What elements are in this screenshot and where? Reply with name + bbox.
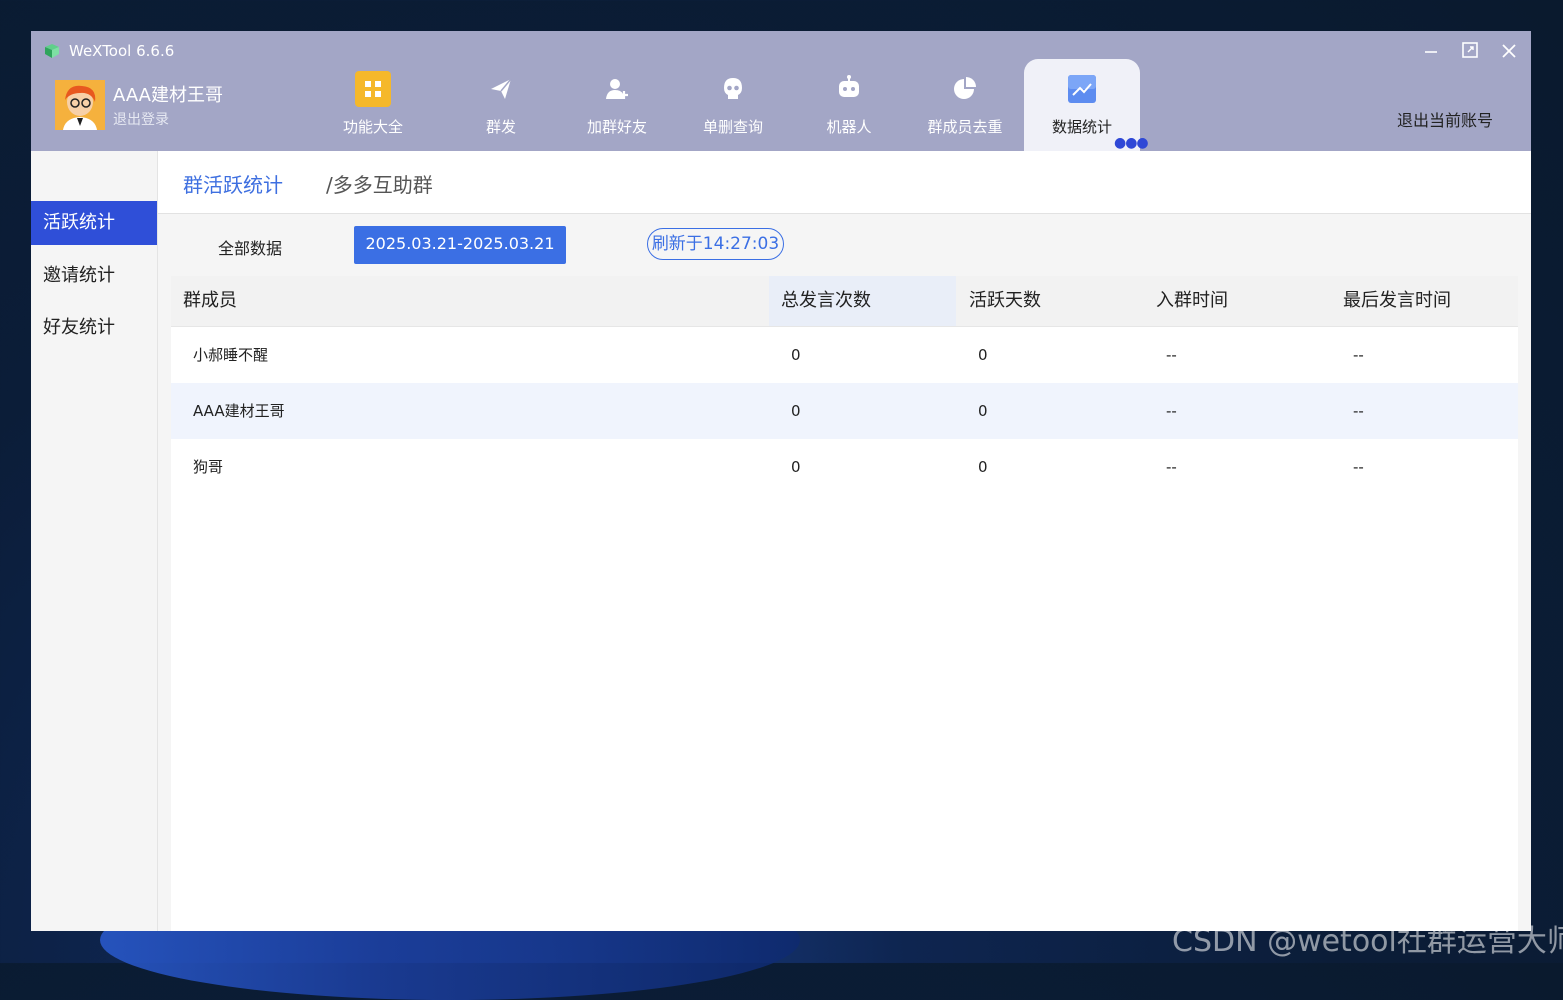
cell-total-messages: 0 [791, 458, 801, 476]
switch-account-button[interactable]: 退出当前账号 [1397, 107, 1493, 131]
nav-label: 单删查询 [702, 118, 763, 136]
sidebar: 活跃统计 邀请统计 好友统计 [31, 151, 158, 931]
app-window: WeXTool 6.6.6 AAA建材王哥 退出登录 功能大全 群发 加群好友 … [31, 31, 1531, 931]
cell-join-time: -- [1166, 402, 1177, 420]
refresh-button[interactable]: 刷新于14:27:03 [647, 228, 784, 260]
cell-last-message-time: -- [1353, 346, 1364, 364]
cell-join-time: -- [1166, 458, 1177, 476]
all-data-filter[interactable]: 全部数据 [218, 235, 282, 259]
chart-icon [1068, 75, 1096, 103]
nav-label: 机器人 [826, 118, 872, 136]
filter-bar: 全部数据 2025.03.21-2025.03.21 刷新于14:27:03 [171, 214, 1518, 276]
content-header: 群活跃统计 /多多互助群 [158, 151, 1531, 214]
nav-add-group-friends[interactable]: 加群好友 [559, 59, 675, 151]
robot-icon [839, 75, 859, 97]
user-name: AAA建材王哥 [113, 85, 223, 106]
table-row[interactable]: AAA建材王哥 0 0 -- -- [171, 383, 1518, 439]
close-button[interactable] [1494, 39, 1524, 65]
col-last-message-time[interactable]: 最后发言时间 [1343, 276, 1513, 326]
nav-robot[interactable]: 机器人 [791, 59, 907, 151]
cell-member: 小郝睡不醒 [193, 346, 269, 364]
app-title: WeXTool 6.6.6 [69, 42, 175, 60]
minimize-button[interactable] [1416, 39, 1446, 65]
watermark: CSDN @wetool社群运营大师 [1172, 924, 1563, 959]
cell-member: AAA建材王哥 [193, 402, 285, 420]
logout-link[interactable]: 退出登录 [113, 109, 169, 129]
cell-total-messages: 0 [791, 402, 801, 420]
avatar[interactable] [55, 80, 105, 130]
grid-icon [355, 71, 391, 107]
page-title[interactable]: 群活跃统计 [183, 169, 283, 198]
col-active-days[interactable]: 活跃天数 [969, 276, 1149, 326]
send-icon [491, 78, 512, 99]
nav-label: 群发 [485, 118, 516, 136]
cell-active-days: 0 [978, 458, 988, 476]
nav-single-delete-check[interactable]: 单删查询 [675, 59, 791, 151]
col-member[interactable]: 群成员 [183, 276, 763, 326]
maximize-button[interactable] [1455, 39, 1485, 65]
skull-icon [724, 78, 742, 99]
app-logo-icon [45, 44, 59, 58]
sidebar-item-activity-stats[interactable]: 活跃统计 [31, 201, 157, 245]
cell-last-message-time: -- [1353, 458, 1364, 476]
nav-group-member-dedupe[interactable]: 群成员去重 [907, 59, 1023, 151]
stats-table: 群成员 总发言次数 活跃天数 入群时间 最后发言时间 小郝睡不醒 0 0 -- … [171, 276, 1518, 931]
date-range-button[interactable]: 2025.03.21-2025.03.21 [354, 226, 566, 264]
cell-active-days: 0 [978, 346, 988, 364]
nav-data-statistics[interactable]: 数据统计 ●●● [1024, 59, 1149, 151]
breadcrumb-group: /多多互助群 [326, 173, 433, 197]
cell-total-messages: 0 [791, 346, 801, 364]
table-header: 群成员 总发言次数 活跃天数 入群时间 最后发言时间 [171, 276, 1518, 327]
sidebar-item-invite-stats[interactable]: 邀请统计 [31, 254, 157, 298]
more-dots-icon[interactable]: ●●● [1114, 136, 1149, 150]
nav-label: 数据统计 [1051, 118, 1112, 136]
col-total-messages[interactable]: 总发言次数 [769, 276, 956, 326]
cell-active-days: 0 [978, 402, 988, 420]
nav-label: 群成员去重 [927, 118, 1003, 136]
col-join-time[interactable]: 入群时间 [1156, 276, 1336, 326]
nav-label: 加群好友 [586, 118, 647, 136]
table-row[interactable]: 小郝睡不醒 0 0 -- -- [171, 327, 1518, 383]
title-bar: WeXTool 6.6.6 AAA建材王哥 退出登录 功能大全 群发 加群好友 … [31, 31, 1531, 151]
nav-mass-send[interactable]: 群发 [443, 59, 559, 151]
table-row[interactable]: 狗哥 0 0 -- -- [171, 439, 1518, 495]
cell-member: 狗哥 [193, 458, 224, 476]
sidebar-item-friend-stats[interactable]: 好友统计 [31, 306, 157, 350]
avatar-image [55, 80, 105, 130]
add-user-icon [606, 79, 628, 99]
nav-function-list[interactable]: 功能大全 [315, 59, 431, 151]
cell-join-time: -- [1166, 346, 1177, 364]
cell-last-message-time: -- [1353, 402, 1364, 420]
pie-icon [954, 77, 976, 99]
nav-label: 功能大全 [342, 118, 403, 136]
